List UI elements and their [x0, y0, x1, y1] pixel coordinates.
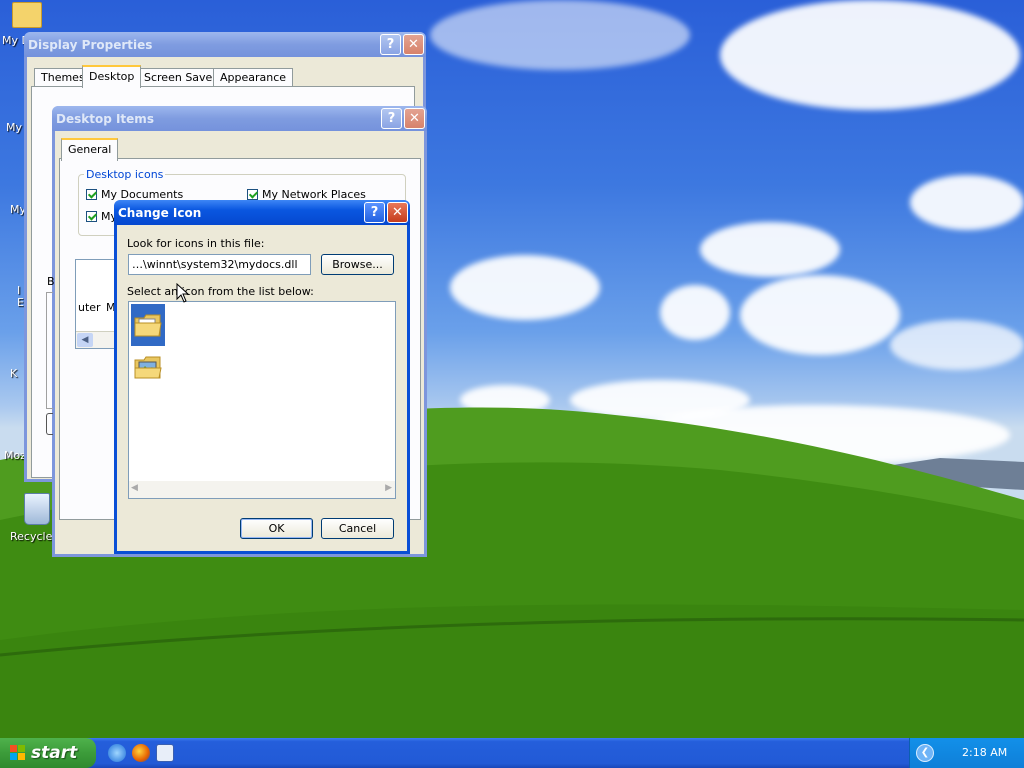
desktop-icon-label: I E [17, 284, 24, 309]
my-documents-checkbox[interactable] [86, 189, 97, 200]
icon-list-item[interactable] [131, 350, 165, 386]
file-field-label: Look for icons in this file: [127, 237, 265, 250]
partial-button-frame [46, 413, 53, 435]
windows-logo-icon [10, 745, 25, 760]
clock[interactable]: 2:18 AM [962, 746, 1007, 759]
tray-expand-icon[interactable]: ❮ [916, 744, 934, 762]
mouse-cursor-icon [176, 283, 190, 303]
dialog-title: Change Icon [118, 205, 202, 220]
change-icon-titlebar[interactable]: Change Icon ? ✕ [114, 200, 410, 225]
help-button[interactable]: ? [380, 34, 401, 55]
ie-icon[interactable] [108, 744, 126, 762]
quick-launch [108, 744, 174, 762]
icon-list[interactable]: ◀ ▶ [128, 301, 396, 499]
icon-file-input[interactable] [128, 254, 311, 275]
partial-label-b: B [47, 275, 55, 288]
start-label: start [31, 743, 78, 763]
help-button[interactable]: ? [381, 108, 402, 129]
scroll-left-icon[interactable]: ◀ [77, 333, 93, 347]
icon-list-item-selected[interactable] [131, 304, 165, 346]
close-button[interactable]: ✕ [387, 202, 408, 223]
scroll-right-icon[interactable]: ▶ [385, 483, 392, 493]
browse-button[interactable]: Browse... [321, 254, 394, 275]
partial-list-frame [46, 292, 53, 409]
ok-button[interactable]: OK [240, 518, 313, 539]
firefox-icon[interactable] [132, 744, 150, 762]
desktop-icon-mozilla[interactable]: Moz [4, 449, 26, 462]
folder-pictures-icon [134, 356, 162, 379]
app-icon[interactable] [156, 744, 174, 762]
desktop-icon-label: Recycle [10, 530, 53, 543]
my-network-places-checkbox[interactable] [247, 189, 258, 200]
folder-documents-icon [134, 314, 162, 337]
desktop-icon-recycle-bin[interactable]: Recycle [10, 493, 52, 543]
tab-appearance[interactable]: Appearance [213, 68, 294, 87]
desktop-icon-label: K [10, 367, 18, 380]
desktop-items-titlebar[interactable]: Desktop Items ? ✕ [52, 106, 427, 131]
scroll-left-icon[interactable]: ◀ [131, 483, 138, 493]
change-icon-client: Look for icons in this file: Browse... S… [117, 225, 407, 551]
desktop-icon-label: My [6, 121, 23, 134]
taskbar: start ❮ 2:18 AM [0, 738, 1024, 768]
help-button[interactable]: ? [364, 202, 385, 223]
desktop-icon-label: Moz [4, 449, 26, 462]
system-tray: ❮ 2:18 AM [909, 738, 1024, 768]
desktop-icon-ie[interactable]: I E [17, 285, 24, 309]
close-button[interactable]: ✕ [403, 34, 424, 55]
recycle-bin-icon [24, 493, 50, 525]
tab-general[interactable]: General [61, 138, 119, 161]
window-title: Desktop Items [56, 111, 154, 126]
desktop-icon-my-computer[interactable]: My [6, 121, 22, 134]
tab-desktop[interactable]: Desktop [82, 65, 142, 88]
my-computer-checkbox[interactable] [86, 211, 97, 222]
display-properties-titlebar[interactable]: Display Properties ? ✕ [24, 32, 426, 57]
start-button[interactable]: start [0, 738, 96, 768]
folder-icon [12, 2, 42, 28]
horizontal-scrollbar[interactable]: ◀ ▶ [129, 481, 395, 498]
group-label: Desktop icons [84, 168, 166, 181]
list-item-label: uter [78, 301, 101, 314]
icon-list-label: Select an icon from the list below: [127, 285, 314, 298]
desktop-icon-k[interactable]: K [10, 367, 17, 380]
close-button[interactable]: ✕ [404, 108, 425, 129]
tab-screen-saver[interactable]: Screen Saver [137, 68, 224, 87]
cancel-button[interactable]: Cancel [321, 518, 394, 539]
window-title: Display Properties [28, 37, 153, 52]
change-icon-dialog: Change Icon ? ✕ Look for icons in this f… [114, 200, 410, 554]
